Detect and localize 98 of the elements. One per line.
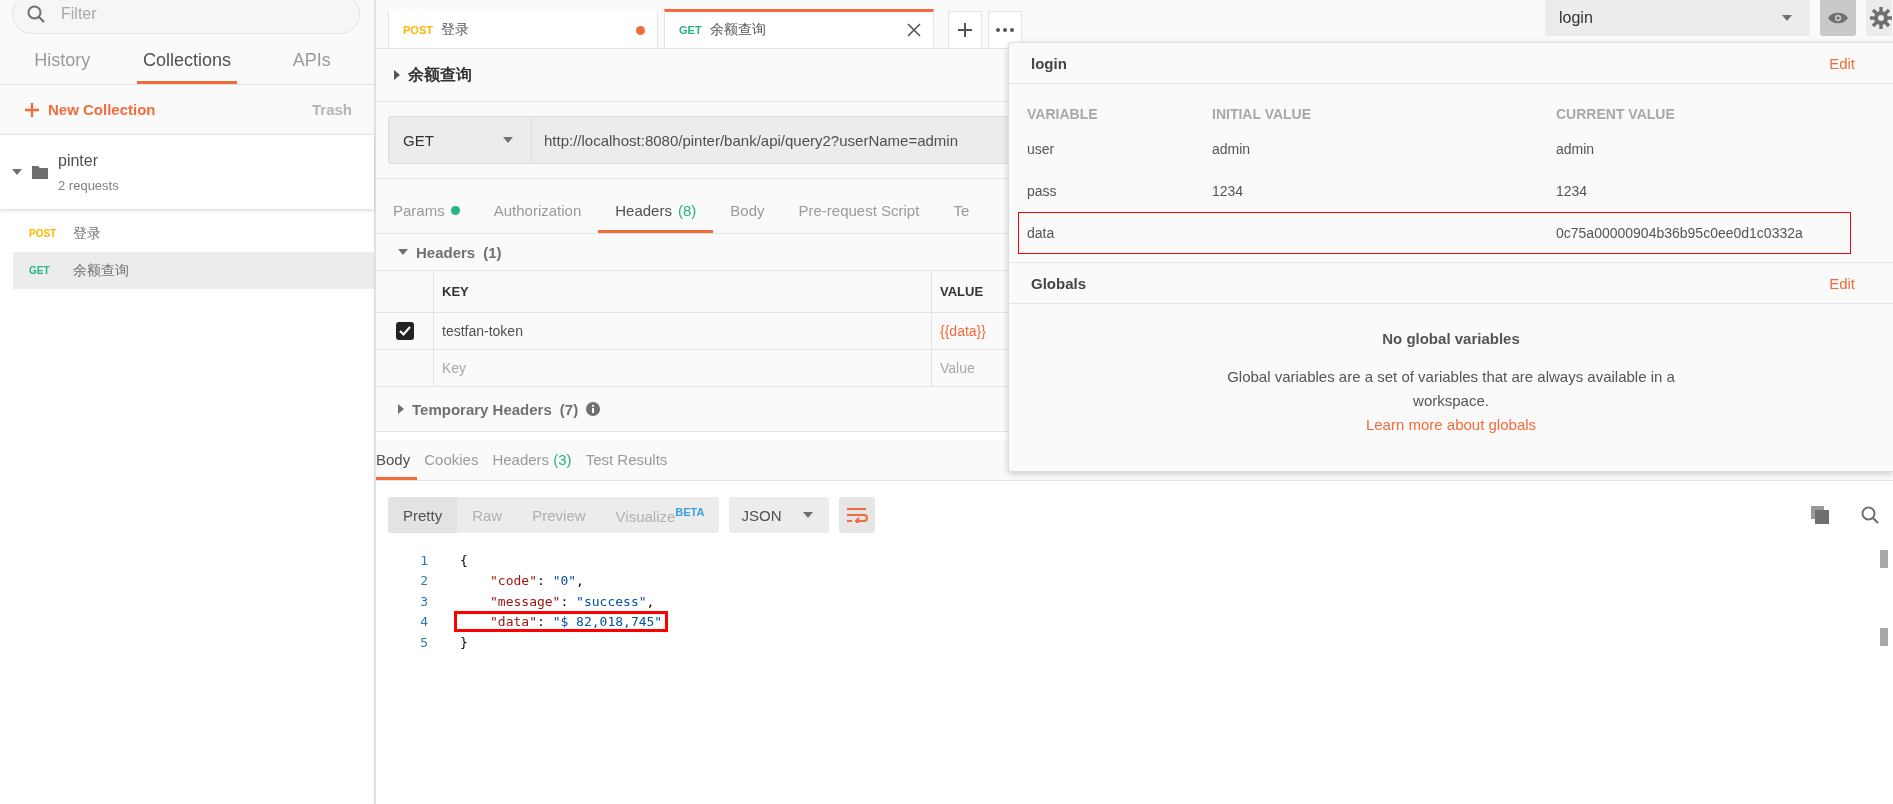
method-label: GET <box>679 24 702 36</box>
new-collection-button[interactable]: New Collection <box>24 101 156 118</box>
view-mode-tab[interactable]: Preview <box>517 497 601 533</box>
section-title[interactable]: Headers <box>416 243 476 261</box>
info-icon <box>586 402 601 416</box>
request-title: 余额查询 <box>408 64 472 85</box>
empty-title: No global variables <box>1382 330 1520 347</box>
request-tab[interactable]: GET 余额查询 <box>664 9 934 48</box>
table-cell-text: 1234 <box>1555 182 1589 201</box>
request-option-tab[interactable]: Params <box>376 191 477 233</box>
request-option-tab[interactable]: Authorization <box>476 191 599 233</box>
method-label: GET <box>29 265 51 276</box>
plus-icon <box>24 101 40 118</box>
column-header: INITIAL VALUE <box>1211 105 1313 124</box>
copy-icon[interactable] <box>1811 506 1829 524</box>
empty-message: Global variables are a set of variables that are always available in a workspace. <box>1226 367 1676 411</box>
search-icon <box>27 5 45 23</box>
request-item[interactable]: POST 登录 <box>13 215 374 252</box>
more-icon <box>996 28 1014 32</box>
search-input[interactable]: Filter <box>59 4 313 24</box>
caret-down-icon <box>1782 15 1792 21</box>
folder-icon <box>32 165 48 179</box>
sidebar-tab[interactable]: Collections <box>137 50 238 84</box>
sidebar-tab[interactable]: History <box>28 50 97 84</box>
caret-down-icon <box>803 512 814 518</box>
table-cell-text: user <box>1026 140 1056 159</box>
tab-title: 余额查询 <box>709 21 767 39</box>
settings-icon <box>1870 7 1892 29</box>
tab-title: 登录 <box>440 21 470 39</box>
request-option-tab[interactable]: Headers (8) <box>598 191 714 233</box>
learn-more-link[interactable]: Learn more about globals <box>1365 413 1537 437</box>
view-mode-tab[interactable]: Visualize$^{BETA}$ <box>600 497 720 533</box>
table-cell: testfan-token <box>433 312 932 350</box>
close-icon[interactable] <box>907 23 921 37</box>
sidebar-tab[interactable]: APIs <box>286 50 337 84</box>
header-count: (7) <box>559 400 579 418</box>
caret-down-icon <box>503 137 513 143</box>
table-cell-text: 0c75a00000904b36b95c0ee0d1c0332a <box>1555 224 1804 243</box>
request-option-tab[interactable]: Pre-request Script <box>781 191 937 233</box>
wrap-icon <box>846 507 869 523</box>
code-line: { <box>459 551 469 570</box>
environment-select[interactable]: login <box>1545 0 1810 36</box>
response-tab[interactable]: Test Results <box>578 451 675 480</box>
table-cell-text: pass <box>1026 182 1058 201</box>
eye-icon <box>1827 11 1849 25</box>
settings-button[interactable] <box>1866 0 1892 36</box>
request-option-tab[interactable]: Te <box>936 191 987 233</box>
view-mode-tab[interactable]: Raw <box>457 497 518 533</box>
line-number: 5 <box>419 634 429 650</box>
check-icon <box>397 324 412 339</box>
line-number: 1 <box>419 552 429 568</box>
table-cell-text: data <box>1026 224 1056 243</box>
line-number: 2 <box>419 573 429 589</box>
collection-item[interactable]: pinter 2 requests <box>0 135 374 209</box>
section-title: Globals <box>1031 274 1086 292</box>
column-header: KEY <box>433 270 932 313</box>
method-label: POST <box>403 24 433 36</box>
section-title[interactable]: Temporary Headers <box>412 400 552 418</box>
code-line: "code": "0", <box>489 572 585 591</box>
line-number: 3 <box>419 593 429 609</box>
environment-name: login <box>1031 54 1067 72</box>
edit-link[interactable]: Edit <box>1829 274 1855 292</box>
more-tabs-button[interactable] <box>988 11 1022 48</box>
scrollbar-thumb <box>1880 628 1888 646</box>
view-mode-tab[interactable]: Pretty <box>388 497 458 533</box>
search-field[interactable]: Filter <box>12 0 360 34</box>
scrollbar-thumb <box>1880 550 1888 568</box>
collection-name: pinter <box>58 151 100 170</box>
line-number: 4 <box>419 614 429 630</box>
code-line: "message": "success", <box>489 592 656 611</box>
method-label: POST <box>29 228 58 239</box>
code-line: } <box>459 633 469 652</box>
edit-link[interactable]: Edit <box>1829 54 1855 72</box>
request-tab[interactable]: POST 登录 <box>388 9 658 48</box>
new-tab-button[interactable] <box>948 11 982 48</box>
table-cell-text: admin <box>1211 140 1252 159</box>
header-count: (1) <box>483 243 502 261</box>
table-cell-text: 1234 <box>1211 182 1245 201</box>
response-tab[interactable]: Cookies <box>417 451 486 480</box>
format-select[interactable]: JSON <box>729 497 830 533</box>
wrap-lines-button[interactable] <box>839 497 876 533</box>
column-header: CURRENT VALUE <box>1555 105 1676 124</box>
environment-quick-look-button[interactable] <box>1820 0 1856 36</box>
plus-icon <box>957 22 973 38</box>
method-select[interactable]: GET <box>388 116 532 164</box>
request-count: 2 requests <box>58 177 119 193</box>
checkbox[interactable] <box>395 322 414 341</box>
table-cell-text: admin <box>1555 140 1596 159</box>
response-tab[interactable]: Headers (3) <box>485 451 579 480</box>
request-name: 登录 <box>73 224 101 243</box>
key-field[interactable]: Key <box>433 349 932 387</box>
response-tab[interactable]: Body <box>376 451 418 480</box>
request-option-tab[interactable]: Body <box>713 191 782 233</box>
request-item[interactable]: GET 余额查询 <box>13 252 374 289</box>
search-icon[interactable] <box>1861 506 1879 524</box>
column-header: VARIABLE <box>1026 105 1099 124</box>
trash-link[interactable]: Trash <box>311 101 352 118</box>
request-name: 余额查询 <box>73 261 129 280</box>
